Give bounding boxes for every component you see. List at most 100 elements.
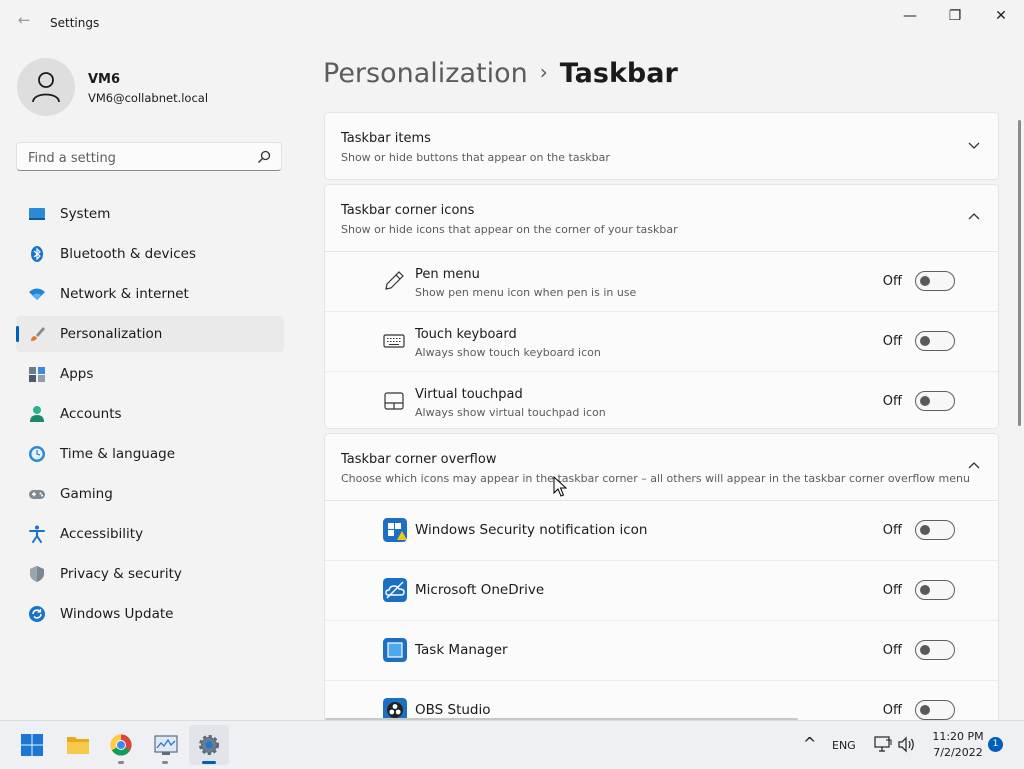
search-icon[interactable] xyxy=(257,150,271,164)
corner-overflow-list: Windows Security notification icon Off M… xyxy=(325,500,998,732)
row-title: Windows Security notification icon xyxy=(415,522,648,538)
notification-badge[interactable]: 1 xyxy=(988,737,1003,752)
language-indicator[interactable]: ENG xyxy=(832,739,856,752)
taskbar: ^ ENG 11:20 PM 7/2/2022 1 xyxy=(0,720,1024,769)
window-title: Settings xyxy=(50,16,100,30)
accessibility-icon xyxy=(29,525,45,543)
toggle-state-label: Off xyxy=(882,523,902,538)
corner-icons-list: Pen menu Show pen menu icon when pen is … xyxy=(325,251,998,428)
breadcrumb-parent[interactable]: Personalization xyxy=(323,58,528,89)
sidebar-item-time-language[interactable]: Time & language xyxy=(16,436,284,472)
section-description: Show or hide buttons that appear on the … xyxy=(341,151,610,164)
pen-icon xyxy=(385,271,404,290)
pen-menu-toggle[interactable] xyxy=(915,271,955,291)
windows-security-icon xyxy=(383,518,407,542)
start-button[interactable] xyxy=(12,725,52,765)
section-title: Taskbar corner overflow xyxy=(341,452,497,467)
mouse-cursor-icon xyxy=(553,476,567,497)
shield-icon xyxy=(30,566,44,582)
close-button[interactable]: ✕ xyxy=(978,6,1024,26)
vertical-scrollbar[interactable] xyxy=(1018,120,1021,426)
taskbar-corner-overflow-header[interactable]: Taskbar corner overflow Choose which ico… xyxy=(325,434,998,500)
user-email: VM6@collabnet.local xyxy=(88,91,209,105)
breadcrumb-separator: › xyxy=(539,60,548,84)
wifi-icon xyxy=(29,288,45,300)
chrome-button[interactable] xyxy=(101,725,141,765)
touch-keyboard-row: Touch keyboard Always show touch keyboar… xyxy=(325,311,998,371)
show-hidden-icons-button[interactable]: ^ xyxy=(803,734,816,753)
sidebar-item-label: Privacy & security xyxy=(60,566,182,582)
sidebar-item-apps[interactable]: Apps xyxy=(16,356,284,392)
chevron-up-icon[interactable] xyxy=(968,211,980,223)
obs-studio-toggle[interactable] xyxy=(915,700,955,720)
brush-icon xyxy=(31,327,45,341)
section-title: Taskbar corner icons xyxy=(341,203,475,218)
running-indicator xyxy=(162,761,168,764)
volume-icon[interactable] xyxy=(898,736,916,753)
sidebar-item-network[interactable]: Network & internet xyxy=(16,276,284,312)
row-title: Task Manager xyxy=(415,642,508,658)
sidebar-item-privacy[interactable]: Privacy & security xyxy=(16,556,284,592)
row-description: Always show virtual touchpad icon xyxy=(415,406,606,419)
sidebar-item-gaming[interactable]: Gaming xyxy=(16,476,284,512)
chevron-down-icon[interactable] xyxy=(968,139,980,151)
running-indicator xyxy=(202,761,216,764)
row-title: Microsoft OneDrive xyxy=(415,582,545,598)
taskbar-corner-icons-header[interactable]: Taskbar corner icons Show or hide icons … xyxy=(325,185,998,251)
taskbar-corner-icons-section: Taskbar corner icons Show or hide icons … xyxy=(324,184,999,429)
gaming-icon xyxy=(29,490,45,499)
avatar[interactable] xyxy=(17,58,75,116)
toggle-state-label: Off xyxy=(882,274,902,289)
performance-monitor-button[interactable] xyxy=(145,725,185,765)
row-title: Pen menu xyxy=(415,267,480,282)
taskbar-items-header[interactable]: Taskbar items Show or hide buttons that … xyxy=(325,113,998,179)
apps-icon xyxy=(29,367,45,382)
search-input[interactable] xyxy=(26,148,250,168)
task-manager-toggle[interactable] xyxy=(915,640,955,660)
search-box[interactable] xyxy=(16,142,282,171)
file-explorer-icon xyxy=(67,737,89,754)
onedrive-icon xyxy=(383,578,407,602)
file-explorer-button[interactable] xyxy=(57,725,97,765)
row-title: Touch keyboard xyxy=(415,327,517,342)
taskbar-items-section[interactable]: Taskbar items Show or hide buttons that … xyxy=(324,112,999,180)
pen-menu-row: Pen menu Show pen menu icon when pen is … xyxy=(325,252,998,311)
virtual-touchpad-toggle[interactable] xyxy=(915,391,955,411)
sidebar-item-system[interactable]: System xyxy=(16,196,284,232)
row-title: OBS Studio xyxy=(415,702,491,718)
toggle-state-label: Off xyxy=(882,703,902,718)
windows-security-toggle[interactable] xyxy=(915,520,955,540)
back-arrow-icon[interactable]: ← xyxy=(14,10,34,30)
sidebar-item-personalization[interactable]: Personalization xyxy=(16,316,284,352)
sidebar-item-bluetooth[interactable]: Bluetooth & devices xyxy=(16,236,284,272)
clock-date[interactable]: 7/2/2022 xyxy=(929,746,987,759)
windows-security-row: Windows Security notification icon Off xyxy=(325,501,998,560)
virtual-touchpad-row: Virtual touchpad Always show virtual tou… xyxy=(325,371,998,428)
clock-time[interactable]: 11:20 PM xyxy=(929,730,987,743)
settings-button[interactable] xyxy=(189,725,229,765)
sidebar-item-label: Bluetooth & devices xyxy=(60,246,197,262)
onedrive-toggle[interactable] xyxy=(915,580,955,600)
task-manager-row: Task Manager Off xyxy=(325,620,998,680)
sidebar-item-label: Accounts xyxy=(60,406,122,422)
user-icon xyxy=(32,72,60,103)
touchpad-icon xyxy=(384,392,404,410)
sidebar-item-label: Network & internet xyxy=(60,286,189,302)
sidebar-item-label: Apps xyxy=(60,366,94,382)
breadcrumb: Personalization › Taskbar xyxy=(323,58,678,89)
sidebar-nav: System Bluetooth & devices Network & int… xyxy=(16,196,284,636)
chrome-icon xyxy=(110,734,132,756)
sidebar-item-accounts[interactable]: Accounts xyxy=(16,396,284,432)
minimize-button[interactable]: — xyxy=(887,6,933,26)
running-indicator xyxy=(118,761,124,764)
settings-icon xyxy=(199,735,219,755)
sidebar-item-accessibility[interactable]: Accessibility xyxy=(16,516,284,552)
network-icon[interactable] xyxy=(874,736,892,753)
page-title: Taskbar xyxy=(559,58,678,89)
row-title: Virtual touchpad xyxy=(415,387,523,402)
sidebar-item-windows-update[interactable]: Windows Update xyxy=(16,596,284,632)
chevron-up-icon[interactable] xyxy=(968,460,980,472)
sidebar-item-label: System xyxy=(60,206,111,222)
touch-keyboard-toggle[interactable] xyxy=(915,331,955,351)
maximize-button[interactable]: ❐ xyxy=(932,6,978,26)
